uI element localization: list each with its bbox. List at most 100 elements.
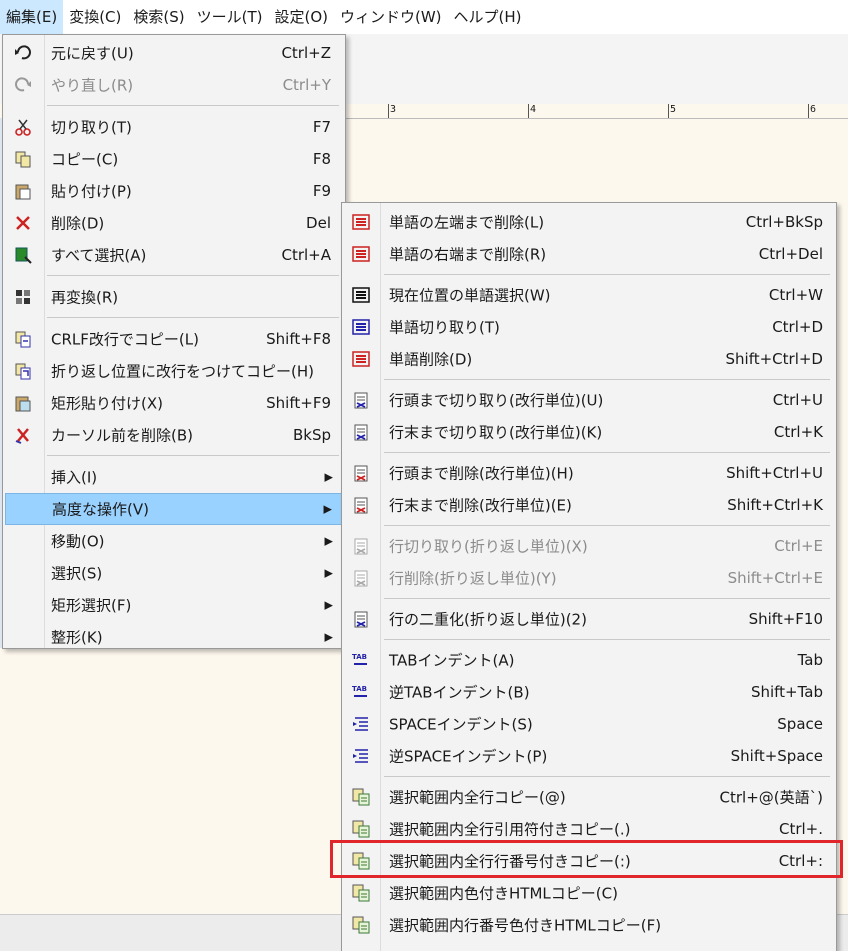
menu-item-shortcut: Shift+Ctrl+D [725, 350, 823, 368]
edit-menu-item-4[interactable]: コピー(C) F8 [5, 143, 343, 175]
menu-item-label: 単語の左端まで削除(L) [389, 213, 545, 232]
edit-menu-item-16[interactable]: 選択(S) ▶ [5, 557, 343, 589]
menu-tools[interactable]: ツール(T) [191, 0, 269, 34]
word-cut-icon [351, 317, 371, 337]
word-left-delete-icon [351, 212, 371, 232]
edit-menu-item-10[interactable]: 折り返し位置に改行をつけてコピー(H) [5, 355, 343, 387]
menu-item-label: 単語の右端まで削除(R) [389, 245, 547, 264]
advanced-menu-item-2[interactable]: 単語の右端まで削除(R) Ctrl+Del [344, 238, 834, 270]
menu-item-shortcut: F9 [312, 182, 331, 200]
advanced-operations-submenu: 単語の左端まで削除(L) Ctrl+BkSp 単語の右端まで削除(R) Ctrl+De… [341, 202, 837, 951]
advanced-menu-item-16[interactable]: 逆SPACEインデント(P) Shift+Space [344, 740, 834, 772]
advanced-menu-item-9[interactable]: 行末まで削除(改行単位)(E) Shift+Ctrl+K [344, 489, 834, 521]
menu-separator [384, 597, 830, 599]
advanced-menu-item-14[interactable]: TAB 逆TABインデント(B) Shift+Tab [344, 676, 834, 708]
menu-item-shortcut: Shift+Ctrl+K [727, 496, 823, 514]
edit-menu-item-2[interactable]: やり直し(R) Ctrl+Y [5, 69, 343, 101]
menu-item-label: 行頭まで削除(改行単位)(H) [389, 464, 574, 483]
advanced-menu-item-10[interactable]: 行切り取り(折り返し単位)(X) Ctrl+E [344, 530, 834, 562]
tab-indent-icon: TAB [351, 650, 371, 670]
submenu-arrow-icon: ▶ [324, 630, 333, 644]
advanced-menu-item-15[interactable]: SPACEインデント(S) Space [344, 708, 834, 740]
menu-item-label: TABインデント(A) [389, 651, 515, 670]
line-delete-icon [351, 568, 371, 588]
menu-separator [47, 275, 339, 276]
ruler-tick: 3 [388, 104, 396, 118]
menu-item-shortcut: Ctrl+K [773, 423, 823, 441]
edit-menu-item-14[interactable]: 高度な操作(V) ▶ [5, 493, 343, 525]
menu-item-label: 単語削除(D) [389, 350, 473, 369]
edit-menu-item-3[interactable]: 切り取り(T) F7 [5, 111, 343, 143]
advanced-menu-item-7[interactable]: 行末まで切り取り(改行単位)(K) Ctrl+K [344, 416, 834, 448]
menu-edit[interactable]: 編集(E) [0, 0, 64, 34]
advanced-menu-item-20[interactable]: 選択範囲内色付きHTMLコピー(C) [344, 877, 834, 909]
menu-item-shortcut: Ctrl+Del [758, 245, 823, 263]
redo-icon [13, 75, 33, 95]
delete-to-line-end-icon [351, 495, 371, 515]
menu-separator [384, 638, 830, 640]
menu-item-shortcut: F7 [312, 118, 331, 136]
advanced-menu-item-11[interactable]: 行削除(折り返し単位)(Y) Shift+Ctrl+E [344, 562, 834, 594]
menu-help[interactable]: ヘルプ(H) [448, 0, 528, 34]
menu-item-shortcut: F8 [312, 150, 331, 168]
menu-settings[interactable]: 設定(O) [268, 0, 334, 34]
select-all-icon [13, 245, 33, 265]
edit-menu-item-9[interactable]: CRLF改行でコピー(L) Shift+F8 [5, 323, 343, 355]
menu-item-shortcut: Ctrl+A [281, 246, 331, 264]
space-unindent-icon [351, 746, 371, 766]
menu-separator [384, 775, 830, 777]
menu-item-shortcut: Ctrl+E [774, 537, 823, 555]
menu-item-label: 行末まで切り取り(改行単位)(K) [389, 423, 603, 442]
edit-menu-item-18[interactable]: 整形(K) ▶ [5, 621, 343, 653]
edit-menu-item-8[interactable]: 再変換(R) [5, 281, 343, 313]
advanced-menu-item-8[interactable]: 行頭まで削除(改行単位)(H) Shift+Ctrl+U [344, 457, 834, 489]
edit-menu-item-5[interactable]: 貼り付け(P) F9 [5, 175, 343, 207]
advanced-menu-item-19[interactable]: 選択範囲内全行行番号付きコピー(:) Ctrl+: [344, 845, 834, 877]
menu-item-label: すべて選択(A) [51, 246, 147, 265]
menu-item-shortcut: BkSp [292, 426, 331, 444]
menu-window[interactable]: ウィンドウ(W) [334, 0, 448, 34]
advanced-menu-item-12[interactable]: 行の二重化(折り返し単位)(2) Shift+F10 [344, 603, 834, 635]
advanced-menu-item-5[interactable]: 単語削除(D) Shift+Ctrl+D [344, 343, 834, 375]
scissors-icon [13, 117, 33, 137]
menu-item-shortcut: Del [306, 214, 331, 232]
edit-menu-item-17[interactable]: 矩形選択(F) ▶ [5, 589, 343, 621]
word-right-delete-icon [351, 244, 371, 264]
menu-item-shortcut: Tab [797, 651, 823, 669]
menu-item-label: 矩形貼り付け(X) [51, 394, 163, 413]
advanced-menu-item-18[interactable]: 選択範囲内全行引用符付きコピー(.) Ctrl+. [344, 813, 834, 845]
menu-search[interactable]: 検索(S) [127, 0, 190, 34]
edit-menu-item-15[interactable]: 移動(O) ▶ [5, 525, 343, 557]
edit-menu-item-12[interactable]: カーソル前を削除(B) BkSp [5, 419, 343, 451]
advanced-menu-item-4[interactable]: 単語切り取り(T) Ctrl+D [344, 311, 834, 343]
menu-item-shortcut: Ctrl+D [772, 318, 823, 336]
menu-item-label: 行頭まで切り取り(改行単位)(U) [389, 391, 604, 410]
advanced-menu-item-3[interactable]: 現在位置の単語選択(W) Ctrl+W [344, 279, 834, 311]
menu-item-label: 貼り付け(P) [51, 182, 132, 201]
tab-unindent-icon: TAB [351, 682, 371, 702]
edit-menu-item-7[interactable]: すべて選択(A) Ctrl+A [5, 239, 343, 271]
advanced-menu-item-21[interactable]: 選択範囲内行番号色付きHTMLコピー(F) [344, 909, 834, 941]
menu-item-shortcut: Shift+Ctrl+U [726, 464, 823, 482]
advanced-menu-item-13[interactable]: TAB TABインデント(A) Tab [344, 644, 834, 676]
reconvert-icon [13, 287, 33, 307]
advanced-menu-item-1[interactable]: 単語の左端まで削除(L) Ctrl+BkSp [344, 206, 834, 238]
menu-item-shortcut: Ctrl+W [768, 286, 823, 304]
delete-x-icon [13, 213, 33, 233]
submenu-arrow-icon: ▶ [324, 598, 333, 612]
menu-item-label: 行の二重化(折り返し単位)(2) [389, 610, 587, 629]
menu-item-label: 切り取り(T) [51, 118, 132, 137]
menu-item-label: 選択(S) [51, 564, 103, 583]
menu-item-label: 選択範囲内全行行番号付きコピー(:) [389, 852, 631, 871]
edit-menu-item-1[interactable]: 元に戻す(U) Ctrl+Z [5, 37, 343, 69]
menu-convert[interactable]: 変換(C) [63, 0, 127, 34]
menu-item-label: 整形(K) [51, 628, 103, 647]
menu-item-label: カーソル前を削除(B) [51, 426, 193, 445]
edit-menu-item-11[interactable]: 矩形貼り付け(X) Shift+F9 [5, 387, 343, 419]
advanced-menu-item-17[interactable]: 選択範囲内全行コピー(@) Ctrl+@(英語`) [344, 781, 834, 813]
advanced-menu-item-6[interactable]: 行頭まで切り取り(改行単位)(U) Ctrl+U [344, 384, 834, 416]
edit-menu-item-13[interactable]: 挿入(I) ▶ [5, 461, 343, 493]
word-delete-icon [351, 349, 371, 369]
edit-menu-item-6[interactable]: 削除(D) Del [5, 207, 343, 239]
menu-item-label: 行切り取り(折り返し単位)(X) [389, 537, 588, 556]
